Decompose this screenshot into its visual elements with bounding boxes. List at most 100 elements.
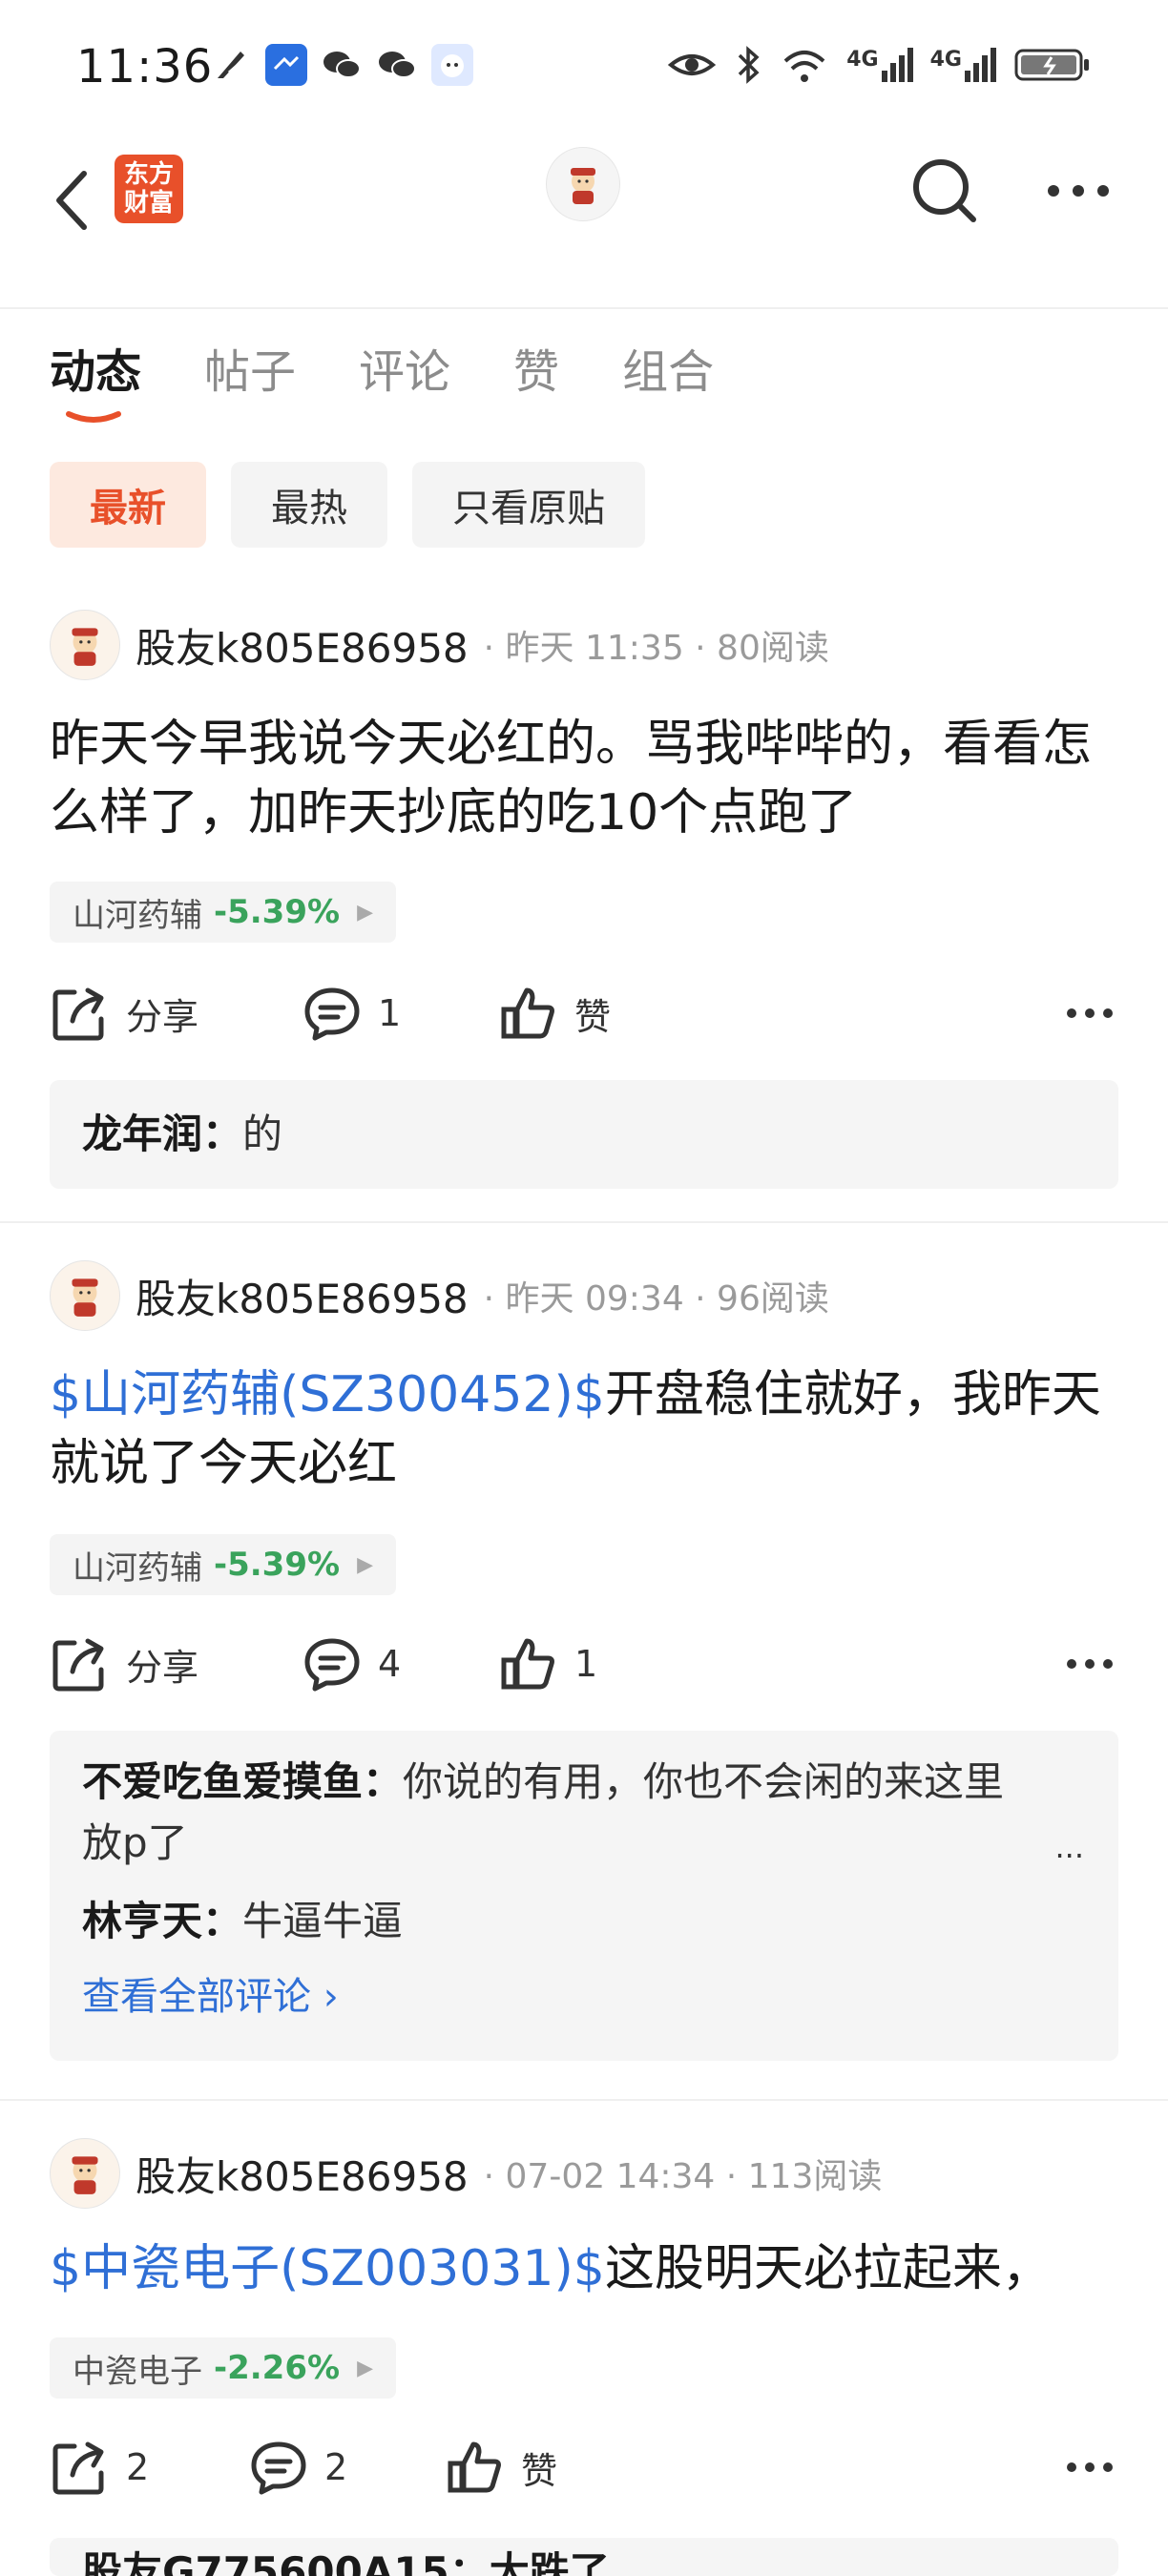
post-meta: · 07-02 14:34 · 113阅读	[483, 2157, 883, 2196]
logo-text-line1: 东方	[123, 160, 174, 189]
top-nav-bar: 东方 财富	[0, 134, 1168, 267]
bluetooth-icon	[739, 46, 760, 84]
stock-tag-change: -2.26%	[214, 2349, 341, 2387]
thumbs-up-icon	[501, 987, 554, 1039]
back-button[interactable]	[48, 162, 105, 239]
share-icon	[52, 2441, 104, 2495]
comment-item: 不爱吃鱼爱摸鱼：你说的有用，你也不会闲的来这里放p了	[50, 1752, 1118, 1874]
signal-4g-icon-2: 4G	[930, 48, 996, 82]
notification-icons	[210, 44, 473, 86]
post-username[interactable]: 股友k805E86958	[136, 616, 469, 675]
more-menu-button[interactable]	[1040, 153, 1116, 229]
profile-avatar[interactable]	[546, 147, 620, 221]
filter-original-only[interactable]: 只看原贴	[412, 462, 645, 548]
triangle-right-icon: ▶	[357, 900, 373, 924]
avatar[interactable]	[50, 2138, 120, 2209]
post-username[interactable]: 股友k805E86958	[136, 2145, 469, 2203]
share-icon	[52, 1638, 104, 1692]
stock-link[interactable]: $中瓷电子(SZ003031)$	[50, 2240, 605, 2297]
tab-portfolio[interactable]: 组合	[622, 334, 714, 401]
post-text: 昨天今早我说今天必红的。骂我哔哔的，看看怎么样了，加昨天抄底的吃10个点跑了	[50, 716, 1093, 841]
search-button[interactable]	[907, 153, 983, 229]
comment-partial: 股友G775600A15：大跌了	[82, 2548, 610, 2576]
post-more-button[interactable]	[1061, 975, 1118, 1051]
post-separator	[0, 2099, 1168, 2101]
tab-likes[interactable]: 赞	[513, 334, 559, 401]
stock-tag[interactable]: 山河药辅 -5.39% ▶	[50, 882, 396, 943]
comment-icon	[304, 1638, 360, 1692]
logo-text-line2: 财富	[123, 189, 174, 218]
stock-tag[interactable]: 山河药辅 -5.39% ▶	[50, 1534, 396, 1595]
battery-icon	[1014, 49, 1089, 81]
comment-user[interactable]: 不爱吃鱼爱摸鱼：	[82, 1758, 403, 1805]
fortune-god-avatar-icon	[72, 1278, 98, 1317]
post-content[interactable]: $山河药辅(SZ300452)$开盘稳住就好，我昨天就说了今天必红	[50, 1361, 1118, 1498]
triangle-right-icon: ▶	[357, 1552, 373, 1577]
header-divider	[0, 307, 1168, 309]
see-all-comments-link[interactable]: 查看全部评论 ›	[50, 1965, 1118, 2021]
comment-preview-box[interactable]: 龙年润：的	[50, 1080, 1118, 1189]
thumbs-up-icon	[448, 2441, 501, 2493]
comment-text: 的	[242, 1111, 283, 1157]
post-more-button[interactable]	[1061, 1626, 1118, 1702]
share-count: 2	[126, 2446, 150, 2488]
status-time: 11:36	[76, 40, 214, 93]
comment-item: 龙年润：的	[50, 1104, 315, 1165]
signal-4g-label: 4G	[846, 48, 879, 72]
post-more-button[interactable]	[1061, 2429, 1118, 2505]
search-icon	[913, 159, 976, 222]
comment-item: 股友G775600A15：大跌了	[50, 2542, 1118, 2576]
filter-latest[interactable]: 最新	[50, 462, 206, 548]
like-button[interactable]: 赞	[445, 2429, 557, 2505]
like-button[interactable]: 赞	[498, 975, 611, 1051]
wechat-icon	[321, 44, 363, 86]
filter-hottest[interactable]: 最热	[231, 462, 387, 548]
tab-comments[interactable]: 评论	[359, 334, 450, 401]
comment-preview-box[interactable]: 股友G775600A15：大跌了	[50, 2538, 1118, 2576]
stock-link[interactable]: $山河药辅(SZ300452)$	[50, 1366, 605, 1423]
tab-dynamics[interactable]: 动态	[50, 334, 141, 401]
post-content[interactable]: $中瓷电子(SZ003031)$这股明天必拉起来，	[50, 2234, 1118, 2303]
post-header: 股友k805E86958 · 07-02 14:34 · 113阅读	[50, 2135, 882, 2212]
active-tab-indicator	[66, 411, 121, 423]
triangle-right-icon: ▶	[357, 2356, 373, 2380]
post-meta: · 昨天 09:34 · 96阅读	[483, 1279, 829, 1319]
comment-text: 牛逼牛逼	[242, 1898, 404, 1944]
stock-tag-name: 中瓷电子	[73, 2352, 202, 2391]
wifi-icon	[783, 51, 825, 82]
stock-tag-name: 山河药辅	[73, 1548, 202, 1588]
eastmoney-logo[interactable]: 东方 财富	[115, 155, 183, 223]
comment-button[interactable]: 1	[302, 975, 401, 1051]
post-username[interactable]: 股友k805E86958	[136, 1267, 469, 1325]
like-button[interactable]: 1	[498, 1626, 597, 1702]
post-content[interactable]: 昨天今早我说今天必红的。骂我哔哔的，看看怎么样了，加昨天抄底的吃10个点跑了	[50, 710, 1118, 847]
share-label: 分享	[126, 1646, 199, 1689]
comment-user[interactable]: 龙年润：	[82, 1111, 242, 1157]
share-button[interactable]: 2	[50, 2429, 149, 2505]
avatar[interactable]	[50, 1260, 120, 1331]
avatar[interactable]	[50, 610, 120, 680]
signal-4g-label-2: 4G	[929, 48, 962, 72]
comment-count: 4	[378, 1643, 402, 1685]
post-actions: 分享 4 1	[50, 1626, 1118, 1702]
thumbs-up-icon	[501, 1638, 554, 1690]
tab-posts[interactable]: 帖子	[204, 334, 296, 401]
sort-filters: 最新 最热 只看原贴	[50, 462, 645, 548]
comment-button[interactable]: 2	[248, 2429, 347, 2505]
comment-item: 林亨天：牛逼牛逼	[50, 1891, 1118, 1952]
comment-count: 1	[378, 992, 402, 1034]
post-actions: 分享 1 赞	[50, 975, 1118, 1051]
signal-4g-icon: 4G	[846, 48, 913, 82]
status-bar: 11:36 4G 4G	[0, 0, 1168, 134]
comment-user[interactable]: 林亨天：	[82, 1898, 242, 1944]
share-button[interactable]: 分享	[50, 1626, 198, 1702]
post-actions: 2 2 赞	[50, 2429, 1118, 2505]
stock-tag[interactable]: 中瓷电子 -2.26% ▶	[50, 2337, 396, 2399]
stock-tag-change: -5.39%	[214, 893, 341, 931]
stock-tag-name: 山河药辅	[73, 896, 202, 935]
comment-button[interactable]: 4	[302, 1626, 401, 1702]
feather-app-icon	[210, 44, 252, 86]
comment-preview-box[interactable]: 不爱吃鱼爱摸鱼：你说的有用，你也不会闲的来这里放p了 ··· 林亨天：牛逼牛逼 …	[50, 1731, 1118, 2061]
system-status-icons: 4G 4G	[667, 44, 1092, 86]
share-button[interactable]: 分享	[50, 975, 198, 1051]
